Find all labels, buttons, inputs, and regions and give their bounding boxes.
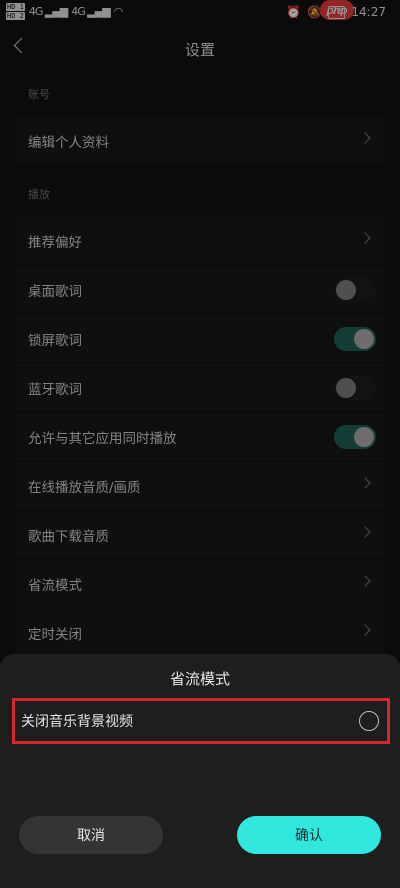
option-label: 关闭音乐背景视频	[21, 714, 133, 730]
screen: HD 1 HD 2 4G ▂▄▆ 4G ▂▄▆ ◠ php ⏰ 🔕 78 14:…	[0, 0, 400, 888]
bottom-sheet: 省流模式 关闭音乐背景视频 取消 确认	[0, 654, 400, 888]
confirm-button[interactable]: 确认	[237, 816, 381, 854]
radio-button[interactable]	[359, 711, 379, 731]
cancel-button[interactable]: 取消	[19, 816, 163, 854]
option-close-background-video[interactable]: 关闭音乐背景视频	[12, 698, 390, 744]
sheet-title: 省流模式	[169, 670, 230, 688]
